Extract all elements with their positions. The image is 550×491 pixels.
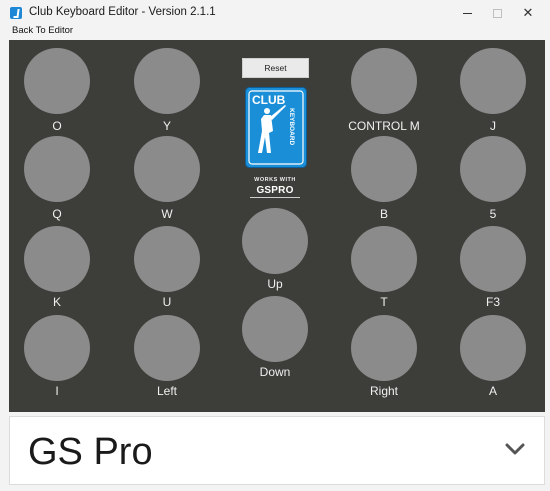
key-left[interactable]: [134, 315, 200, 381]
key-y[interactable]: [134, 48, 200, 114]
maximize-button[interactable]: [482, 0, 512, 26]
key-i[interactable]: [24, 315, 90, 381]
gspro-underline: [250, 197, 300, 198]
logo-keyboard-text: KEYBOARD: [288, 108, 295, 146]
key-5[interactable]: [460, 136, 526, 202]
close-icon: ✕: [522, 5, 534, 20]
key-down[interactable]: [242, 296, 308, 362]
key-label: F3: [485, 295, 500, 309]
reset-button[interactable]: Reset: [242, 58, 309, 78]
key-t[interactable]: [351, 226, 417, 292]
key-label: K: [52, 295, 61, 309]
close-button[interactable]: ✕: [513, 0, 543, 26]
key-label: J: [490, 119, 496, 133]
chevron-down-icon: [505, 443, 525, 455]
key-label: U: [162, 295, 172, 309]
profile-select-value: GS Pro: [28, 431, 153, 473]
key-label: CONTROL M: [348, 119, 420, 133]
key-o[interactable]: [24, 48, 90, 114]
key-label: Down: [259, 365, 291, 379]
key-a[interactable]: [460, 315, 526, 381]
key-label: B: [379, 207, 388, 221]
works-with-text: WORKS WITH: [254, 177, 296, 183]
key-label: I: [55, 384, 59, 398]
menu-back-to-editor[interactable]: Back To Editor: [12, 25, 73, 36]
key-label: O: [52, 119, 62, 133]
key-k[interactable]: [24, 226, 90, 292]
key-label: 5: [489, 207, 497, 221]
title-bar: Club Keyboard Editor - Version 2.1.1 ✕: [0, 0, 550, 26]
key-label: W: [161, 207, 173, 221]
key-f3[interactable]: [460, 226, 526, 292]
key-right[interactable]: [351, 315, 417, 381]
key-label: Right: [369, 384, 398, 398]
maximize-icon: [492, 8, 502, 18]
key-label: A: [488, 384, 497, 398]
app-icon: [10, 7, 22, 19]
key-up[interactable]: [242, 208, 308, 274]
key-label: Q: [52, 207, 62, 221]
key-label: Y: [162, 119, 171, 133]
app-window: Club Keyboard Editor - Version 2.1.1 ✕ B…: [0, 0, 550, 491]
key-control-m[interactable]: [351, 48, 417, 114]
key-w[interactable]: [134, 136, 200, 202]
logo-club-text: CLUB: [252, 93, 286, 107]
window-title: Club Keyboard Editor - Version 2.1.1: [29, 6, 216, 18]
minimize-button[interactable]: [452, 0, 482, 26]
profile-select[interactable]: GS Pro: [9, 416, 545, 485]
key-u[interactable]: [134, 226, 200, 292]
key-label: Up: [267, 277, 283, 291]
key-label: Left: [156, 384, 177, 398]
key-b[interactable]: [351, 136, 417, 202]
key-q[interactable]: [24, 136, 90, 202]
menu-bar: Back To Editor: [0, 25, 550, 38]
key-label: T: [380, 295, 388, 309]
gspro-logo: GSPRO: [256, 185, 294, 196]
key-j[interactable]: [460, 48, 526, 114]
minimize-icon: [462, 12, 472, 14]
club-keyboard-logo: CLUB KEYBOARD: [245, 87, 307, 168]
